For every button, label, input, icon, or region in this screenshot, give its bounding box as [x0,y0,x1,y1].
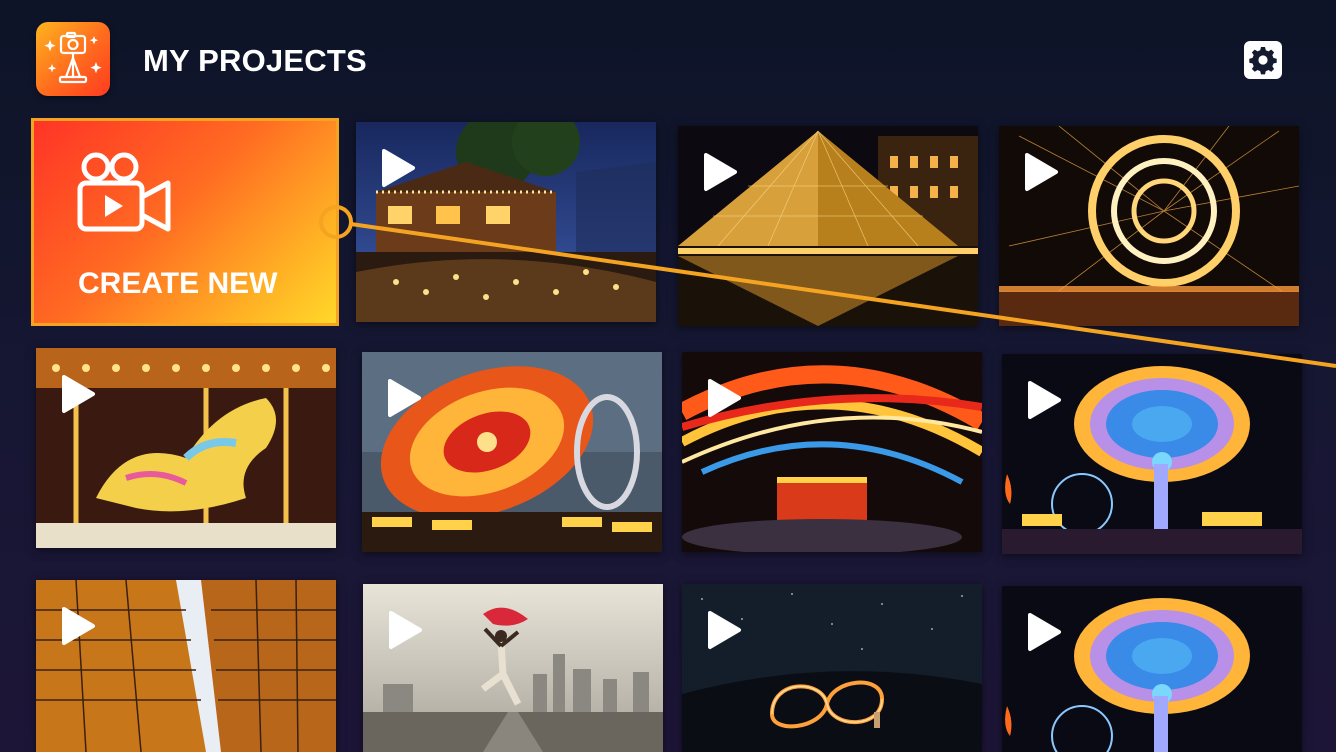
play-icon [62,375,95,413]
project-thumbnail-light-trails-carnival[interactable] [682,352,982,552]
photo-editor-app-icon[interactable] [36,22,110,96]
spinning-ride-blue-image [1002,586,1302,752]
play-icon [1025,153,1058,191]
header: MY PROJECTS [0,0,1336,118]
play-icon [708,611,741,649]
project-thumbnail-steel-wool[interactable] [999,126,1299,326]
play-icon [704,153,737,191]
play-icon [388,379,421,417]
project-thumbnail-spinning-ride-blue[interactable] [1002,354,1302,554]
play-icon [62,607,95,645]
gear-icon [1249,47,1277,75]
play-icon [1028,613,1061,651]
project-thumbnail-spinning-ride-blue-2[interactable] [1002,586,1302,752]
play-icon [382,149,415,187]
project-thumbnail-christmas-house[interactable] [356,122,656,322]
video-camera-play-icon [77,152,171,232]
project-thumbnail-spinning-ride-orange[interactable] [362,352,662,552]
play-icon [389,611,422,649]
project-thumbnail-dancer[interactable] [363,584,663,752]
project-thumbnail-skyscrapers[interactable] [36,580,336,752]
play-icon [708,379,741,417]
project-thumbnail-infinity-light[interactable] [682,584,982,752]
create-new-button[interactable]: CREATE NEW [31,118,339,326]
create-new-label: CREATE NEW [78,267,278,300]
page-title: MY PROJECTS [143,43,367,78]
project-thumbnail-louvre-pyramid[interactable] [678,126,978,326]
project-thumbnail-carousel-horse[interactable] [36,348,336,548]
settings-button[interactable] [1244,41,1282,79]
app-window: MY PROJECTS CREATE NEW [0,0,1336,752]
play-icon [1028,381,1061,419]
